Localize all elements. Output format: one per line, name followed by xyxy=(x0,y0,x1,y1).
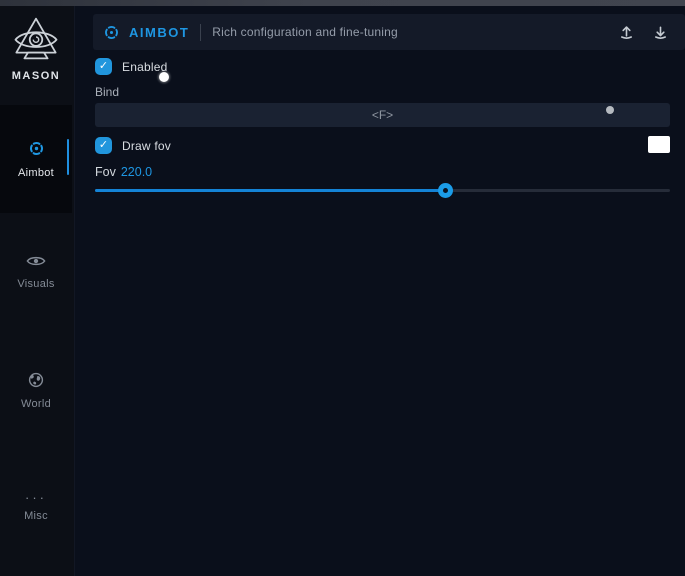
fov-label-row: Fov 220.0 xyxy=(95,165,152,179)
app-window: MASON Aimbot Visuals xyxy=(0,0,685,576)
upload-config-button[interactable] xyxy=(613,19,639,45)
sidebar-item-aimbot[interactable]: Aimbot xyxy=(0,105,72,213)
fov-slider-thumb[interactable] xyxy=(438,183,453,198)
sidebar-item-label: World xyxy=(21,398,51,410)
window-top-strip xyxy=(0,0,685,6)
checkmark-icon: ✓ xyxy=(99,61,108,72)
enabled-label: Enabled xyxy=(122,60,167,74)
mouse-cursor-dot xyxy=(159,72,169,82)
fov-slider-fill xyxy=(95,189,445,192)
fov-color-swatch[interactable] xyxy=(648,136,670,153)
sidebar-item-world[interactable]: World xyxy=(0,363,72,419)
download-config-button[interactable] xyxy=(647,19,673,45)
draw-fov-checkbox[interactable]: ✓ xyxy=(95,137,112,154)
enabled-row: ✓ Enabled xyxy=(95,58,167,75)
checkmark-icon: ✓ xyxy=(99,140,108,151)
draw-fov-row: ✓ Draw fov xyxy=(95,137,171,154)
sidebar: MASON Aimbot Visuals xyxy=(0,6,75,576)
sidebar-item-misc[interactable]: ··· Misc xyxy=(0,479,72,535)
sidebar-item-visuals[interactable]: Visuals xyxy=(0,244,72,300)
bind-key-input[interactable]: <F> xyxy=(95,103,670,127)
sidebar-item-label: Aimbot xyxy=(18,167,54,179)
globe-icon xyxy=(28,372,44,393)
app-logo-text: MASON xyxy=(0,70,72,82)
masonic-eye-pyramid-icon xyxy=(0,16,72,66)
app-logo: MASON xyxy=(0,16,72,82)
enabled-checkbox[interactable]: ✓ xyxy=(95,58,112,75)
page-subtitle: Rich configuration and fine-tuning xyxy=(212,25,398,39)
page-title: AIMBOT xyxy=(129,25,189,40)
eye-icon xyxy=(26,254,46,273)
draw-fov-label: Draw fov xyxy=(122,139,171,153)
sidebar-item-label: Visuals xyxy=(17,278,54,290)
crosshair-icon xyxy=(28,140,45,162)
ellipsis-icon: ··· xyxy=(25,493,47,505)
bind-label: Bind xyxy=(95,85,119,99)
fov-label: Fov xyxy=(95,165,116,179)
bind-field-dot xyxy=(606,106,614,114)
page-header: AIMBOT Rich configuration and fine-tunin… xyxy=(93,14,685,50)
fov-value: 220.0 xyxy=(121,165,152,179)
fov-slider[interactable] xyxy=(95,183,670,198)
header-divider xyxy=(200,24,201,41)
sidebar-item-label: Misc xyxy=(24,510,48,522)
crosshair-icon xyxy=(103,24,120,41)
